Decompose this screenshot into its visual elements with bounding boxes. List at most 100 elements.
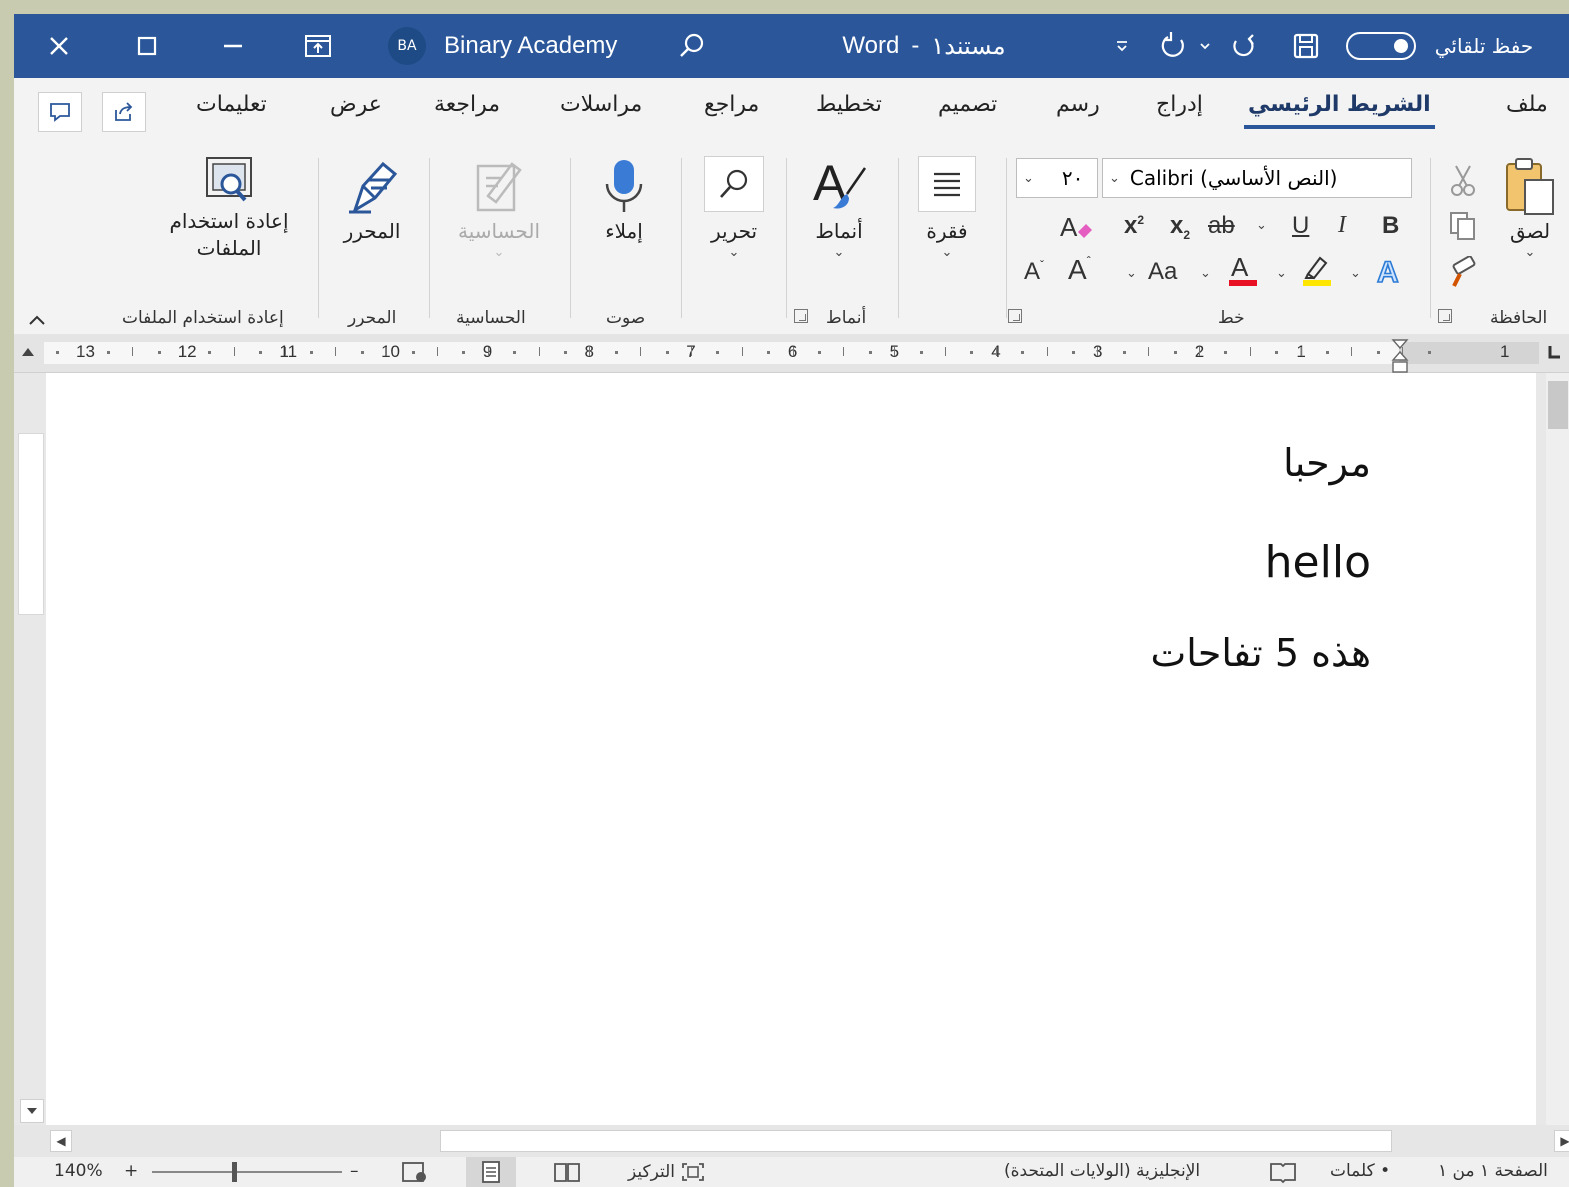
- font-color-icon[interactable]: A: [1226, 252, 1260, 295]
- customize-qat-icon[interactable]: [1110, 14, 1134, 78]
- ruler-number: 1: [1500, 342, 1510, 361]
- clear-formatting-icon[interactable]: A: [1058, 210, 1094, 251]
- redo-icon[interactable]: [1154, 14, 1194, 78]
- read-mode-icon[interactable]: [542, 1157, 592, 1187]
- tab-design[interactable]: تصميم: [938, 92, 997, 117]
- dictate-button[interactable]: إملاء: [584, 156, 664, 245]
- tab-references[interactable]: مراجع: [704, 92, 759, 117]
- reuse-files-label-2: الملفات: [196, 236, 262, 260]
- superscript-icon[interactable]: x2: [1124, 212, 1144, 240]
- tab-file[interactable]: ملف: [1506, 92, 1548, 117]
- italic-icon[interactable]: I: [1338, 212, 1346, 239]
- document-page[interactable]: مرحبا hello هذه 5 تفاحات: [46, 373, 1536, 1125]
- share-button[interactable]: [102, 92, 146, 132]
- tab-mailings[interactable]: مراسلات: [560, 92, 642, 117]
- tab-layout[interactable]: تخطيط: [816, 92, 882, 117]
- ruler-tick: [995, 347, 997, 356]
- collapse-ribbon-icon[interactable]: [28, 310, 46, 331]
- tab-home[interactable]: الشريط الرئيسي: [1244, 92, 1435, 129]
- tab-help[interactable]: تعليمات: [196, 92, 267, 117]
- highlight-icon[interactable]: [1300, 252, 1334, 295]
- paste-button[interactable]: لصق ⌄: [1500, 156, 1560, 260]
- editor-button[interactable]: المحرر: [332, 156, 412, 245]
- styles-label: أنماط: [815, 219, 863, 243]
- chevron-down-icon[interactable]: ⌄: [1126, 266, 1137, 281]
- group-label-clipboard: الحافظة: [1490, 308, 1548, 328]
- tab-review[interactable]: مراجعة: [434, 92, 500, 117]
- ruler-tick: [843, 347, 845, 356]
- chevron-down-icon[interactable]: ⌄: [1276, 266, 1287, 281]
- chevron-down-icon[interactable]: ⌄: [1256, 218, 1267, 233]
- proofing-icon[interactable]: [1268, 1160, 1298, 1187]
- change-case-button[interactable]: Aa: [1148, 258, 1177, 286]
- comments-button[interactable]: [38, 92, 82, 132]
- ruler-tick: [1326, 351, 1329, 354]
- undo-dropdown-icon[interactable]: [1196, 14, 1214, 78]
- vertical-scrollbar-thumb[interactable]: [1548, 381, 1568, 429]
- ruler-tick: [360, 351, 364, 354]
- horizontal-scrollbar[interactable]: ◀ ▶: [14, 1125, 1569, 1157]
- account-avatar[interactable]: BA: [386, 14, 428, 78]
- grow-font-icon[interactable]: Aˆ: [1068, 254, 1091, 286]
- reuse-files-button[interactable]: إعادة استخدام الملفات: [134, 156, 324, 262]
- tab-draw[interactable]: رسم: [1056, 92, 1100, 117]
- strikethrough-icon[interactable]: ab: [1208, 212, 1235, 240]
- ruler-tick: [1249, 347, 1251, 356]
- underline-icon[interactable]: U: [1292, 212, 1309, 240]
- font-name-box[interactable]: ⌄ Calibri (النص الأساسي): [1102, 158, 1412, 198]
- ruler-tick: [741, 347, 743, 356]
- scroll-down-icon[interactable]: [20, 1099, 44, 1123]
- bold-icon[interactable]: B: [1382, 212, 1399, 240]
- scroll-right-icon[interactable]: ▶: [1554, 1130, 1569, 1152]
- font-dialog-launcher-icon[interactable]: [1008, 309, 1022, 323]
- save-icon[interactable]: [1286, 14, 1326, 78]
- reuse-files-label-1: إعادة استخدام: [169, 209, 289, 233]
- undo-icon[interactable]: [1224, 14, 1264, 78]
- web-layout-icon[interactable]: [390, 1157, 440, 1187]
- minimize-icon[interactable]: [216, 14, 250, 78]
- font-size-box[interactable]: ⌄ ٢٠: [1016, 158, 1098, 198]
- editing-button[interactable]: تحرير ⌄: [698, 156, 770, 260]
- styles-dialog-launcher-icon[interactable]: [794, 309, 808, 323]
- group-label-font: خط: [1218, 308, 1245, 328]
- copy-icon[interactable]: [1448, 210, 1478, 246]
- document-line-1[interactable]: مرحبا: [1283, 441, 1371, 485]
- account-name[interactable]: Binary Academy: [444, 14, 619, 78]
- document-line-3[interactable]: هذه 5 تفاحات: [1151, 631, 1371, 675]
- word-count[interactable]: كلمات •: [1330, 1161, 1390, 1181]
- focus-button[interactable]: التركيز: [628, 1161, 706, 1183]
- language-status[interactable]: الإنجليزية (الولايات المتحدة): [1004, 1161, 1200, 1181]
- search-icon[interactable]: [674, 14, 710, 78]
- shrink-font-icon[interactable]: Aˇ: [1024, 258, 1044, 286]
- zoom-out-button[interactable]: –: [350, 1161, 359, 1181]
- chevron-down-icon[interactable]: ⌄: [1200, 266, 1211, 281]
- scroll-left-icon[interactable]: ◀: [50, 1130, 72, 1152]
- document-line-2[interactable]: hello: [1265, 537, 1371, 588]
- horizontal-ruler[interactable]: 131211109876543211: [14, 334, 1569, 373]
- clipboard-dialog-launcher-icon[interactable]: [1438, 309, 1452, 323]
- styles-button[interactable]: A أنماط ⌄: [804, 156, 874, 260]
- word-window: BA Binary Academy Word - مستند١ حفظ تلقا: [14, 14, 1569, 1187]
- cut-icon[interactable]: [1448, 164, 1478, 202]
- autosave-toggle[interactable]: [1344, 14, 1418, 78]
- format-painter-icon[interactable]: [1448, 255, 1478, 294]
- zoom-slider-knob[interactable]: [232, 1162, 237, 1182]
- ruler-scroll-up-icon[interactable]: [20, 344, 36, 363]
- page-number[interactable]: الصفحة ١ من ١: [1438, 1161, 1548, 1181]
- print-layout-icon[interactable]: [466, 1157, 516, 1187]
- zoom-slider[interactable]: [152, 1171, 342, 1173]
- close-icon[interactable]: [42, 14, 76, 78]
- chevron-down-icon[interactable]: ⌄: [1350, 266, 1361, 281]
- zoom-in-button[interactable]: +: [124, 1161, 138, 1181]
- maximize-icon[interactable]: [130, 14, 164, 78]
- horizontal-scrollbar-thumb[interactable]: [440, 1130, 1392, 1152]
- paragraph-button[interactable]: فقرة ⌄: [914, 156, 980, 260]
- text-effects-icon[interactable]: A: [1374, 254, 1408, 295]
- tab-insert[interactable]: إدراج: [1156, 92, 1203, 117]
- subscript-icon[interactable]: x2: [1170, 212, 1190, 242]
- ribbon-display-options-icon[interactable]: [300, 14, 336, 78]
- zoom-level[interactable]: 140%: [54, 1161, 103, 1181]
- tab-view[interactable]: عرض: [330, 92, 382, 117]
- ruler-tick: [1300, 347, 1302, 356]
- tab-selector-icon[interactable]: [1544, 342, 1564, 366]
